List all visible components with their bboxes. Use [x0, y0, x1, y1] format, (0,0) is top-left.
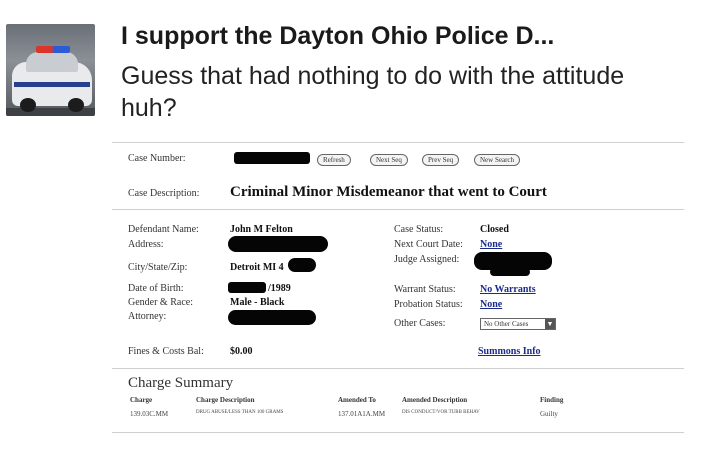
- address-redaction: [228, 236, 328, 252]
- charge-description-cell: DRUG ABUSE/LESS THAN 100 GRAMS: [196, 410, 284, 415]
- wheel-graphic: [20, 98, 36, 112]
- case-description-label: Case Description:: [128, 188, 200, 199]
- amended-description-header: Amended Description: [402, 396, 468, 404]
- new-search-button[interactable]: New Search: [474, 154, 521, 166]
- case-number-redaction: [234, 152, 310, 164]
- charge-description-header: Charge Description: [196, 396, 255, 404]
- other-cases-label: Other Cases:: [394, 318, 446, 329]
- city-label: City/State/Zip:: [128, 262, 188, 273]
- chevron-down-icon: ▼: [545, 319, 555, 329]
- fines-label: Fines & Costs Bal:: [128, 346, 204, 357]
- case-status-label: Case Status:: [394, 224, 444, 235]
- case-number-label: Case Number:: [128, 153, 186, 164]
- dob-label: Date of Birth:: [128, 283, 184, 294]
- light-bar-graphic: [36, 46, 70, 53]
- defendant-value: John M Felton: [230, 224, 293, 235]
- defendant-label: Defendant Name:: [128, 224, 199, 235]
- next-seq-button[interactable]: Next Seq: [370, 154, 408, 166]
- case-document-image: Case Number: Refresh Next Seq Prev Seq N…: [112, 140, 684, 449]
- warrant-link[interactable]: No Warrants: [480, 284, 536, 295]
- car-roof-graphic: [26, 52, 78, 72]
- charge-summary-title: Charge Summary: [128, 375, 234, 391]
- gender-value: Male - Black: [230, 297, 285, 308]
- divider: [112, 209, 684, 210]
- dob-value: /1989: [268, 283, 291, 294]
- divider: [112, 368, 684, 369]
- other-cases-value: No Other Cases: [484, 320, 529, 328]
- divider: [112, 432, 684, 433]
- amended-to-cell: 137.01A1A.MM: [338, 410, 386, 418]
- zip-redaction: [288, 258, 316, 272]
- dob-redaction: [228, 282, 266, 293]
- finding-cell: Guilty: [540, 410, 558, 418]
- next-court-link[interactable]: None: [480, 239, 502, 250]
- post-title[interactable]: I support the Dayton Ohio Police D...: [121, 22, 701, 51]
- case-description-value: Criminal Minor Misdemeanor that went to …: [230, 184, 547, 200]
- amended-description-cell: DIS CONDUCT/VOR TURB BEHAV: [402, 410, 480, 415]
- amended-to-header: Amended To: [338, 396, 376, 404]
- probation-label: Probation Status:: [394, 299, 463, 310]
- judge-redaction: [490, 268, 530, 276]
- case-status-value: Closed: [480, 224, 509, 235]
- fines-value: $0.00: [230, 346, 253, 357]
- charge-cell: 139.03C.MM: [130, 410, 169, 418]
- wheel-graphic: [68, 98, 84, 112]
- city-value: Detroit MI 4: [230, 262, 284, 273]
- post-body: Guess that had nothing to do with the at…: [121, 62, 625, 122]
- car-stripe-graphic: [14, 82, 90, 87]
- gender-label: Gender & Race:: [128, 297, 193, 308]
- charge-header: Charge: [130, 396, 153, 404]
- summons-info-link[interactable]: Summons Info: [478, 346, 541, 357]
- probation-link[interactable]: None: [480, 299, 502, 310]
- address-label: Address:: [128, 239, 164, 250]
- other-cases-select[interactable]: No Other Cases ▼: [480, 318, 556, 330]
- avatar[interactable]: [6, 24, 95, 116]
- attorney-redaction: [228, 310, 316, 325]
- divider: [112, 142, 684, 143]
- finding-header: Finding: [540, 396, 564, 404]
- judge-label: Judge Assigned:: [394, 254, 460, 265]
- attorney-label: Attorney:: [128, 311, 167, 322]
- prev-seq-button[interactable]: Prev Seq: [422, 154, 460, 166]
- refresh-button[interactable]: Refresh: [317, 154, 351, 166]
- next-court-label: Next Court Date:: [394, 239, 463, 250]
- warrant-label: Warrant Status:: [394, 284, 456, 295]
